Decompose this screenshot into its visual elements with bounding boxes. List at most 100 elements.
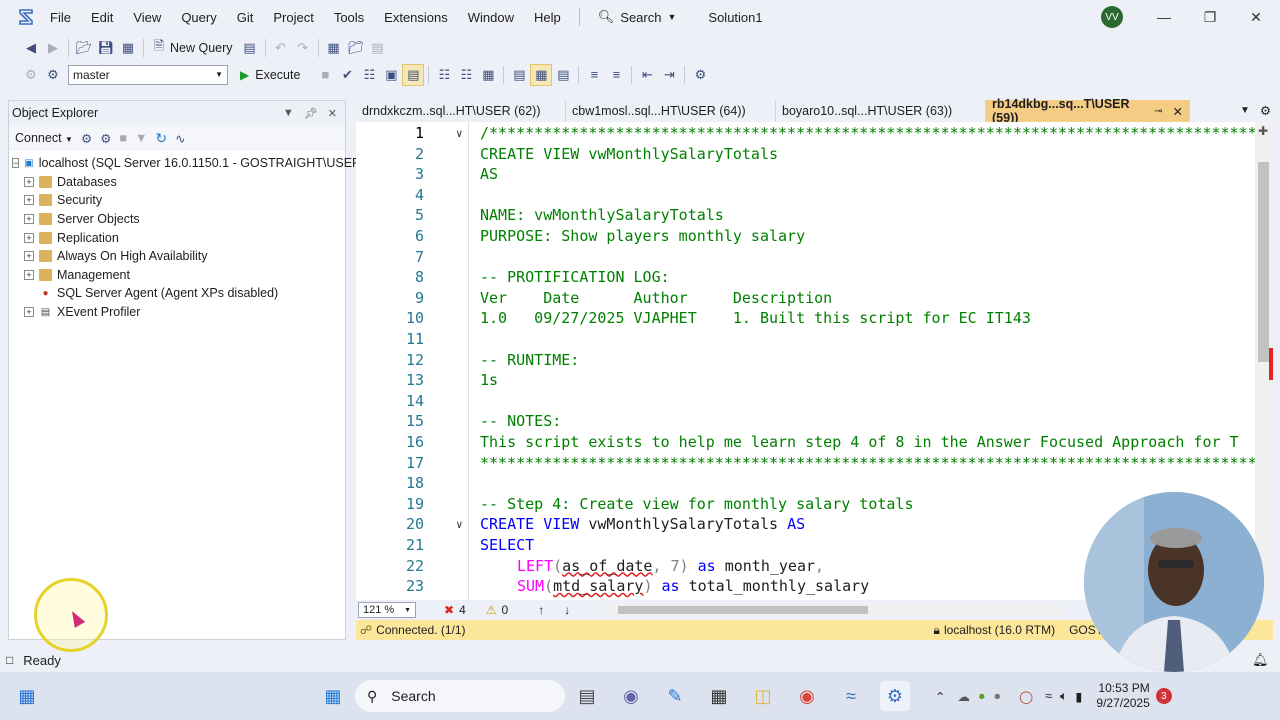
expand-icon[interactable]: +	[24, 251, 34, 262]
save-icon[interactable]: 💾︎	[95, 37, 117, 59]
notification-badge[interactable]: 3	[1155, 688, 1172, 704]
tree-node-sql-agent[interactable]: ● SQL Server Agent (Agent XPs disabled)	[9, 284, 345, 303]
widgets-icon[interactable]: ▦	[12, 681, 42, 711]
back-icon[interactable]: ◀	[20, 37, 42, 59]
tab-query-64[interactable]: cbw1mosl..sql...HT\USER (64))	[566, 100, 776, 122]
menu-project[interactable]: Project	[263, 10, 323, 25]
teams-icon[interactable]: ◉	[616, 681, 646, 711]
cancel-query-icon[interactable]: ■	[314, 64, 336, 86]
scrollbar-thumb[interactable]	[1258, 162, 1269, 362]
chevron-down-icon[interactable]: ▼	[283, 107, 294, 120]
include-plan-icon[interactable]: ☷	[433, 64, 455, 86]
refresh-icon[interactable]: ↻	[155, 130, 167, 147]
warning-icon[interactable]: ⚠	[486, 603, 497, 617]
file-explorer-icon[interactable]: ◫	[748, 681, 778, 711]
expand-icon[interactable]: +	[24, 176, 34, 187]
activity-monitor-icon[interactable]: ▦	[323, 37, 345, 59]
tab-query-59-active[interactable]: rb14dkbg...sq...T\USER (59)) ⊸ ✕	[986, 97, 1190, 125]
tree-node-databases[interactable]: + Databases	[9, 173, 345, 192]
collapse-icon[interactable]: −	[12, 158, 20, 169]
query-designer-icon[interactable]: ▣	[380, 64, 402, 86]
tab-query-62[interactable]: drndxkczm..sql...HT\USER (62))	[356, 100, 566, 122]
store-icon[interactable]: ▦	[704, 681, 734, 711]
menu-edit[interactable]: Edit	[81, 10, 123, 25]
close-tab-icon[interactable]: ✕	[1173, 104, 1183, 119]
volume-icon[interactable]: 🔈︎	[1060, 689, 1068, 704]
restore-button[interactable]: ❐	[1187, 0, 1233, 34]
notification-icon[interactable]: 🔔︎	[1252, 652, 1269, 668]
output-icon[interactable]: □	[6, 653, 13, 667]
specify-values-icon[interactable]: ⚙	[689, 64, 711, 86]
tree-node-security[interactable]: + Security	[9, 191, 345, 210]
undo-icon[interactable]: ↶	[270, 37, 292, 59]
results-grid-icon[interactable]: ▦	[530, 63, 553, 86]
fold-icon[interactable]: ∨	[456, 127, 463, 140]
connect-icon[interactable]: ⚙	[81, 131, 92, 146]
object-explorer-details-icon[interactable]: 📁︎	[345, 37, 367, 59]
tab-overflow-icon[interactable]: ▼	[1240, 100, 1250, 122]
menu-file[interactable]: File	[40, 10, 81, 25]
expand-icon[interactable]: +	[24, 307, 34, 318]
change-connection-icon[interactable]: ⚙	[42, 64, 64, 86]
forward-icon[interactable]: ▶	[42, 37, 64, 59]
execute-icon[interactable]: ▶	[240, 68, 249, 82]
ssms-taskbar-icon[interactable]: ≈	[836, 681, 866, 711]
notepad-icon[interactable]: ✎	[660, 681, 690, 711]
tree-root-server[interactable]: − ▣ localhost (SQL Server 16.0.1150.1 - …	[9, 154, 365, 173]
client-stats-icon[interactable]: ▦	[477, 64, 499, 86]
menu-git[interactable]: Git	[227, 10, 264, 25]
disconnect-icon[interactable]: ⚙	[100, 131, 111, 146]
new-query-button[interactable]: New Query	[170, 41, 233, 55]
ssms-active-icon[interactable]: ⚙	[880, 681, 910, 711]
expand-icon[interactable]: +	[24, 232, 34, 243]
connect-icon[interactable]: ⚙	[20, 64, 42, 86]
zoom-selector[interactable]: 121 % ▼	[358, 602, 416, 618]
settings-icon[interactable]: ⚙	[1260, 100, 1271, 122]
execute-button[interactable]: Execute	[255, 68, 300, 82]
stop-icon[interactable]: ■	[119, 131, 127, 145]
menu-view[interactable]: View	[123, 10, 171, 25]
indent-icon[interactable]: ⇥	[658, 64, 680, 86]
display-plan-icon[interactable]: ☷	[358, 64, 380, 86]
activity-icon[interactable]: ∿	[175, 131, 185, 146]
tab-query-63[interactable]: boyaro10..sql...HT\USER (63))	[776, 100, 986, 122]
save-all-icon[interactable]: ▦	[117, 37, 139, 59]
tree-node-management[interactable]: + Management	[9, 266, 345, 285]
taskbar-search[interactable]: ⚲ Search	[355, 680, 565, 712]
tree-node-always-on[interactable]: + Always On High Availability	[9, 247, 345, 266]
parse-icon[interactable]: ✔	[336, 64, 358, 86]
uncomment-icon[interactable]: ≡	[605, 64, 627, 86]
tree-node-xevent[interactable]: + ▤ XEvent Profiler	[9, 303, 345, 322]
connect-dropdown[interactable]: Connect ▼	[15, 131, 73, 145]
chrome-icon[interactable]: ◉	[792, 681, 822, 711]
down-arrow-icon[interactable]: ↓	[564, 603, 570, 617]
tree-node-replication[interactable]: + Replication	[9, 228, 345, 247]
avatar[interactable]: VV	[1101, 6, 1123, 28]
menu-extensions[interactable]: Extensions	[374, 10, 458, 25]
microphone-icon[interactable]: ◯	[1019, 689, 1033, 704]
close-button[interactable]: ✕	[1233, 0, 1279, 34]
horizontal-scrollbar[interactable]	[606, 604, 1067, 616]
up-arrow-icon[interactable]: ↑	[538, 603, 544, 617]
wifi-icon[interactable]: ≈	[1045, 689, 1052, 703]
menu-query[interactable]: Query	[171, 10, 226, 25]
clock[interactable]: 10:53 PM 9/27/2025	[1096, 681, 1149, 711]
redo-icon[interactable]: ↷	[292, 37, 314, 59]
error-icon[interactable]: ✖	[444, 603, 454, 617]
menu-help[interactable]: Help	[524, 10, 571, 25]
outdent-icon[interactable]: ⇤	[636, 64, 658, 86]
show-hidden-icons[interactable]: ⌃	[935, 689, 945, 704]
tray-app-icon[interactable]: ●	[994, 689, 1002, 703]
onedrive-icon[interactable]: ☁	[957, 689, 970, 704]
live-stats-icon[interactable]: ☷	[455, 64, 477, 86]
menu-tools[interactable]: Tools	[324, 10, 374, 25]
expand-icon[interactable]: +	[24, 214, 34, 225]
split-icon[interactable]: ✚	[1258, 124, 1268, 138]
task-view-icon[interactable]: ▤	[572, 681, 602, 711]
pin-icon[interactable]: ⊸	[1154, 106, 1162, 117]
editor-vertical-scrollbar[interactable]: ✚	[1255, 122, 1273, 600]
query-options-icon[interactable]: ▤	[239, 37, 261, 59]
comment-icon[interactable]: ≡	[583, 64, 605, 86]
minimize-button[interactable]: —	[1141, 0, 1187, 34]
database-selector[interactable]: master ▼	[68, 64, 228, 85]
